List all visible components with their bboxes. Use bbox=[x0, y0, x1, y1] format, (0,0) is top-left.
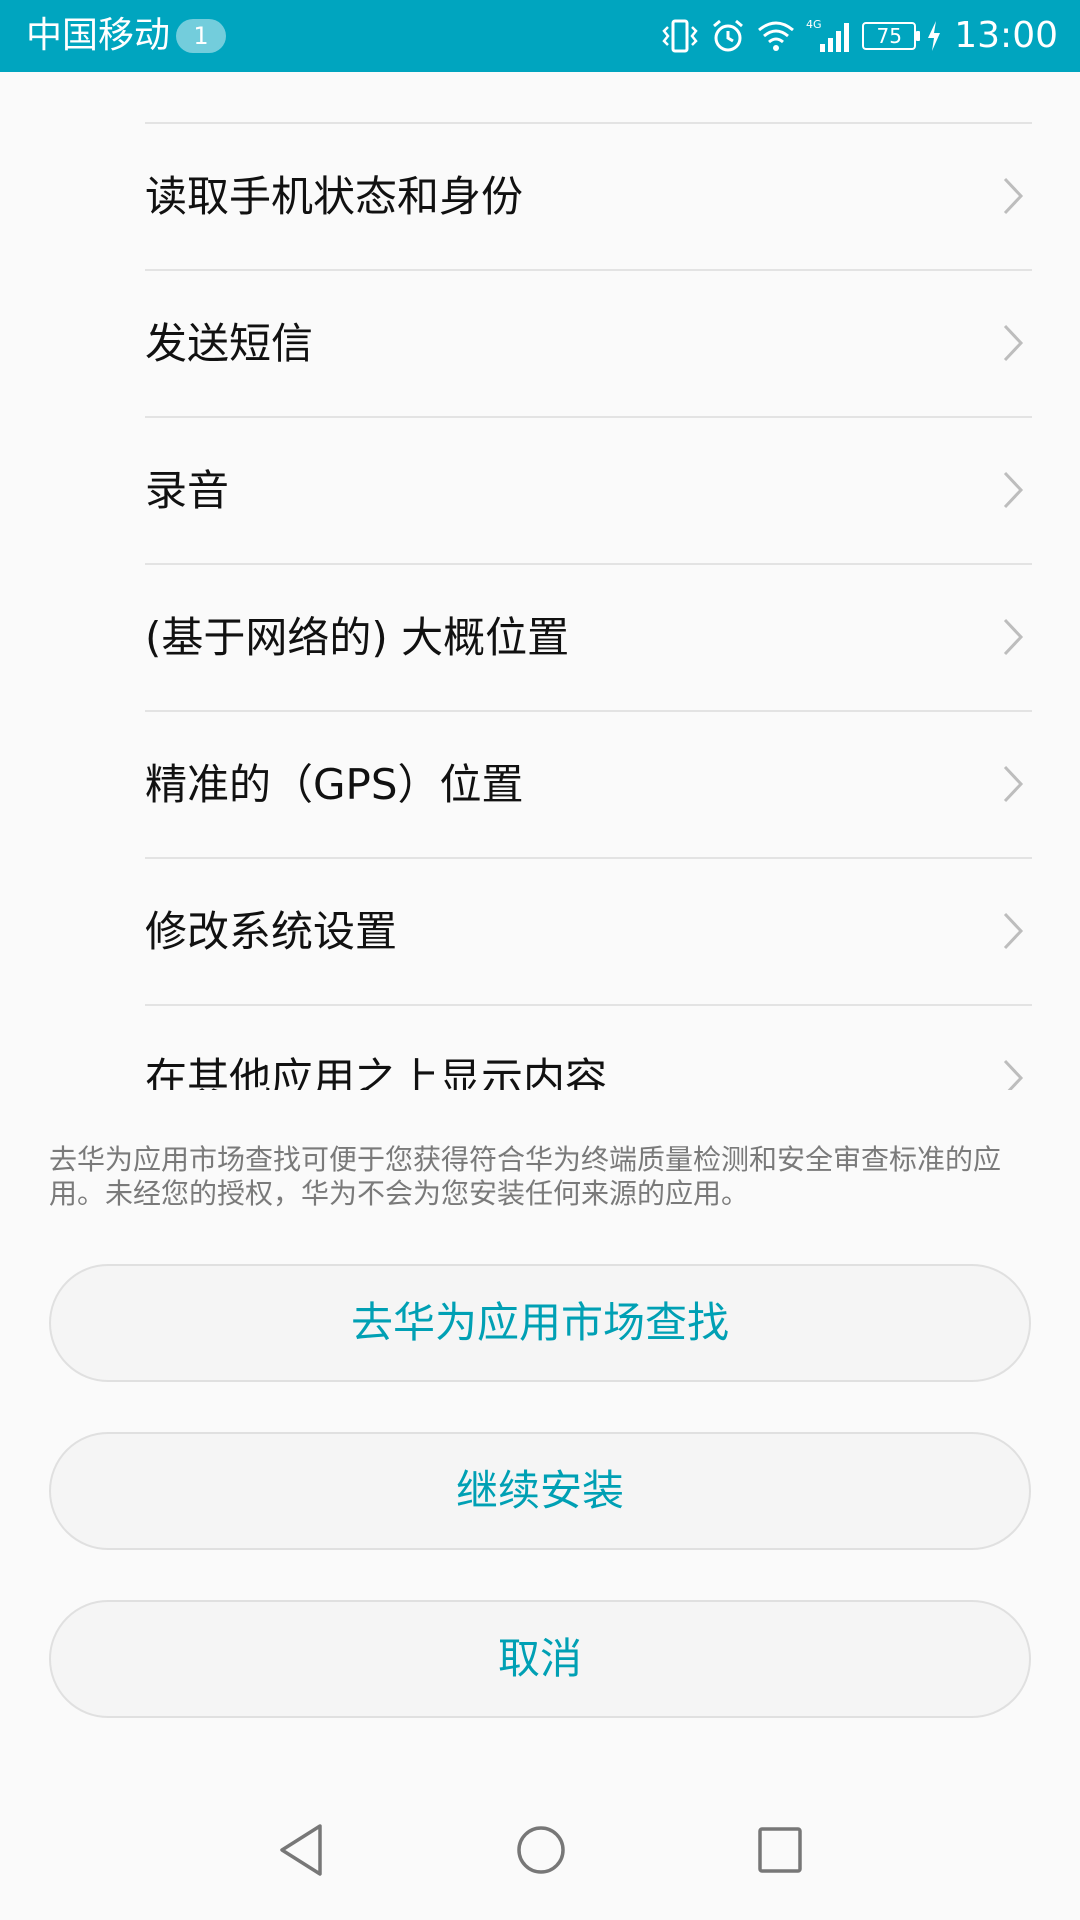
permission-list: 读取手机状态和身份 发送短信 录音 (基于网络的) 大概位置 精准的（GPS）位… bbox=[0, 72, 1080, 1090]
vibrate-icon bbox=[662, 19, 698, 53]
permission-item-draw-overlay[interactable]: 在其他应用之上显示内容 bbox=[145, 1006, 1032, 1090]
security-info-text: 去华为应用市场查找可便于您获得符合华为终端质量检测和安全审查标准的应用。未经您的… bbox=[49, 1143, 1002, 1210]
recents-icon[interactable] bbox=[755, 1822, 805, 1878]
continue-install-button[interactable]: 继续安装 bbox=[49, 1432, 1031, 1550]
home-icon[interactable] bbox=[515, 1822, 567, 1878]
permission-item-send-sms[interactable]: 发送短信 bbox=[145, 271, 1032, 418]
cancel-button[interactable]: 取消 bbox=[49, 1600, 1031, 1718]
market-search-button[interactable]: 去华为应用市场查找 bbox=[49, 1264, 1031, 1382]
notification-count-badge: 1 bbox=[176, 19, 226, 53]
navigation-bar bbox=[0, 1780, 1080, 1920]
permission-label: 修改系统设置 bbox=[145, 907, 398, 956]
permission-item-record-audio[interactable]: 录音 bbox=[145, 418, 1032, 565]
permission-label: 录音 bbox=[145, 466, 230, 515]
back-icon[interactable] bbox=[276, 1822, 326, 1878]
status-icons: 4G 75 13:00 bbox=[660, 16, 1058, 56]
carrier-name: 中国移动 bbox=[26, 15, 171, 56]
permission-label: 在其他应用之上显示内容 bbox=[145, 1054, 608, 1090]
alarm-icon bbox=[713, 19, 744, 52]
chevron-right-icon bbox=[1003, 177, 1024, 215]
permission-item-write-settings[interactable]: 修改系统设置 bbox=[145, 859, 1032, 1006]
chevron-right-icon bbox=[1003, 765, 1024, 803]
chevron-right-icon bbox=[1003, 471, 1024, 509]
battery-icon: 75 bbox=[862, 22, 921, 50]
permission-item-phone-state[interactable]: 读取手机状态和身份 bbox=[145, 124, 1032, 271]
chevron-right-icon bbox=[1003, 618, 1024, 656]
permission-label: 精准的（GPS）位置 bbox=[145, 760, 524, 809]
signal-icon: 4G bbox=[806, 18, 850, 52]
charging-icon bbox=[928, 21, 941, 51]
chevron-right-icon bbox=[1003, 324, 1024, 362]
permission-label: (基于网络的) 大概位置 bbox=[145, 613, 570, 662]
status-bar: 中国移动 1 4G 75 13:00 bbox=[0, 0, 1080, 72]
permission-item-coarse-location[interactable]: (基于网络的) 大概位置 bbox=[145, 565, 1032, 712]
permission-label: 读取手机状态和身份 bbox=[145, 172, 524, 221]
network-type-label: 4G bbox=[806, 18, 822, 31]
chevron-right-icon bbox=[1003, 1059, 1024, 1090]
permission-label: 发送短信 bbox=[145, 319, 314, 368]
permission-item-fine-location[interactable]: 精准的（GPS）位置 bbox=[145, 712, 1032, 859]
chevron-right-icon bbox=[1003, 912, 1024, 950]
clock: 13:00 bbox=[954, 15, 1058, 56]
wifi-icon bbox=[758, 21, 795, 51]
